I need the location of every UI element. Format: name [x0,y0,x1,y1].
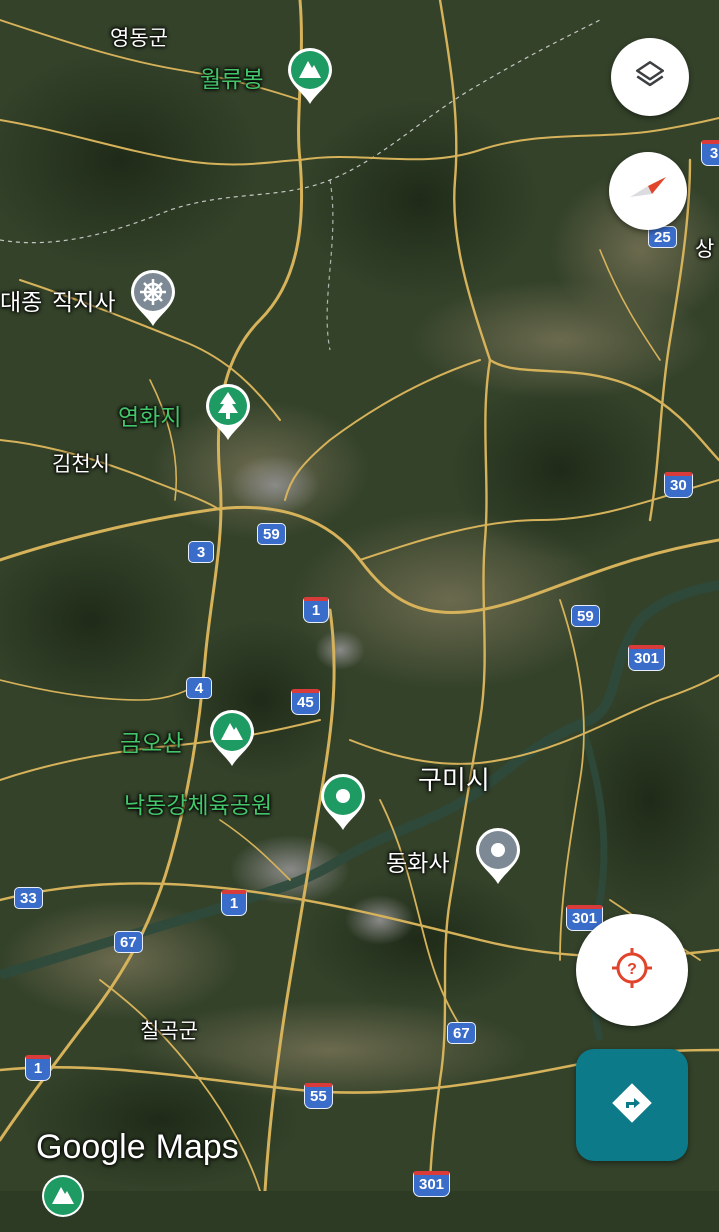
mountain-pin-icon[interactable] [285,46,335,106]
place-pin-icon[interactable] [473,826,523,886]
place-label-yeongdong: 영동군 [110,27,168,50]
my-location-button[interactable]: ? [576,914,688,1026]
route-shield: 4 [186,677,212,699]
route-shield: 3 [188,541,214,563]
city-label-gumi: 구미시 [418,765,490,795]
mountain-pin-icon[interactable] [207,708,257,768]
poi-label-nakdong-sports-park[interactable]: 낙동강체육공원 [124,786,272,820]
place-label-gimcheon: 김천시 [52,453,110,476]
route-shield: 33 [14,887,43,909]
poi-label-donghwasa[interactable]: 동화사 [386,844,449,878]
poi-label-wollyubong[interactable]: 월류봉 [200,60,263,94]
watermark-maps: Maps [155,1128,239,1166]
route-shield: 67 [114,931,143,953]
poi-label-jikjisa-prefix[interactable]: 대종 [0,283,42,317]
route-shield: 59 [571,605,600,627]
expressway-shield: 30 [664,472,693,498]
compass-button[interactable] [609,152,687,230]
svg-text:?: ? [627,961,637,978]
mountain-pin-icon[interactable] [38,1172,88,1232]
expressway-shield: 1 [25,1055,51,1081]
expressway-shield: 301 [628,645,666,671]
temple-pin-icon[interactable] [128,268,178,328]
expressway-shield: 301 [413,1171,451,1197]
poi-label-yeonhwaji[interactable]: 연화지 [118,398,181,432]
place-label-sang: 상 [695,238,715,261]
poi-label-geumosan[interactable]: 금오산 [120,724,183,758]
google-maps-watermark: Google Maps [36,1128,239,1167]
directions-button[interactable] [576,1049,688,1161]
expressway-shield: 1 [303,597,329,623]
poi-label-jikjisa[interactable]: 직지사 [52,283,115,317]
route-shield: 59 [257,523,286,545]
expressway-shield: 1 [221,890,247,916]
expressway-shield: 55 [304,1083,333,1109]
layers-button[interactable] [611,38,689,116]
watermark-google: Google [36,1128,146,1166]
expressway-shield: 3 [701,140,719,166]
compass-icon [622,163,674,220]
tree-pin-icon[interactable] [203,382,253,442]
locate-unknown-icon: ? [610,946,654,995]
route-shield: 67 [447,1022,476,1044]
directions-icon [610,1081,654,1130]
park-pin-icon[interactable] [318,772,368,832]
expressway-shield: 45 [291,689,320,715]
place-label-chilgok: 칠곡군 [140,1020,198,1043]
layers-icon [633,58,667,97]
